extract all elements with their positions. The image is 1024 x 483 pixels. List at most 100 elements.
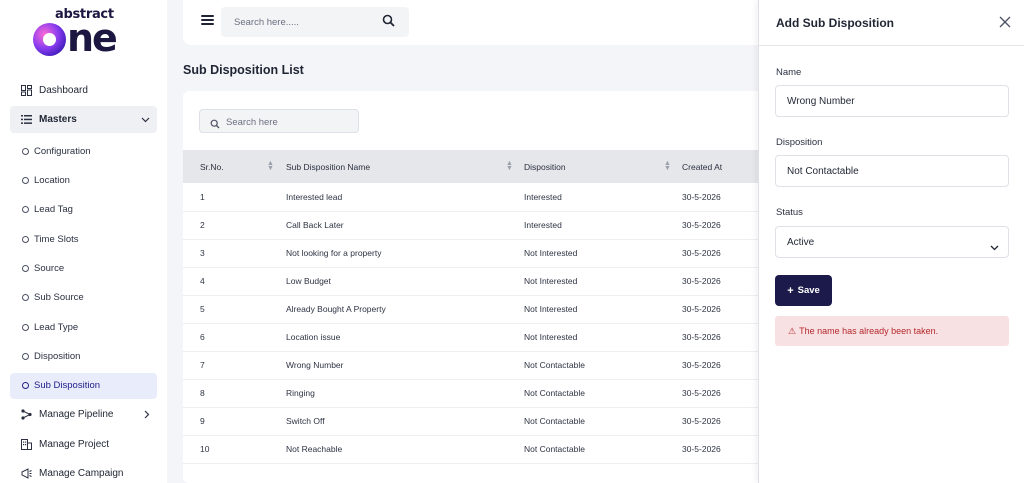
list-icon: [21, 114, 32, 125]
sidebar-item-location[interactable]: Location: [10, 168, 157, 194]
sidebar-item-configuration[interactable]: Configuration: [10, 138, 157, 164]
sidebar-item-label: Disposition: [34, 350, 81, 362]
building-icon: [21, 438, 32, 450]
name-label: Name: [776, 67, 802, 78]
column-header-label: Sub Disposition Name: [286, 161, 371, 172]
sidebar-item-dashboard[interactable]: Dashboard: [10, 77, 157, 103]
disposition-field[interactable]: [775, 155, 1009, 187]
srno-cell: 6: [200, 332, 205, 342]
name-cell: Already Bought A Property: [286, 304, 386, 314]
srno-cell: 9: [200, 416, 205, 426]
circle-bullet-icon: [22, 352, 29, 360]
disposition-cell: Not Contactable: [524, 360, 585, 370]
chevron-down-icon: [990, 238, 999, 256]
sidebar-item-manage-project[interactable]: Manage Project: [10, 431, 157, 457]
circle-bullet-icon: [22, 323, 29, 331]
sidebar-item-label: Masters: [39, 114, 77, 126]
sidebar-item-time-slots[interactable]: Time Slots: [10, 226, 157, 252]
sidebar-item-label: Manage Project: [39, 438, 110, 450]
menu-icon[interactable]: [201, 15, 214, 25]
logo-o-icon: [33, 23, 66, 56]
sort-icon: ▲ ▼: [506, 160, 513, 172]
name-field[interactable]: [775, 85, 1009, 117]
disposition-cell: Not Contactable: [524, 416, 585, 426]
sidebar-nav: Dashboard Masters Configuration Location…: [10, 77, 157, 483]
table-header-row: Sr.No. ▲ ▼ Sub Disposition Name ▲ ▼ Dispos…: [183, 150, 783, 183]
table-row[interactable]: 1 Interested lead Interested 30-5-2026: [183, 183, 783, 211]
add-sub-disposition-drawer: Add Sub Disposition Name Disposition Sta…: [758, 0, 1024, 483]
circle-bullet-icon: [22, 264, 29, 272]
error-message: The name has already been taken.: [799, 326, 939, 336]
column-header-label: Created At: [682, 161, 723, 172]
name-cell: Location issue: [286, 332, 341, 342]
table-row[interactable]: 4 Low Budget Not Interested 30-5-2026: [183, 267, 783, 295]
disposition-cell: Not Contactable: [524, 388, 585, 398]
close-icon[interactable]: [997, 14, 1013, 30]
search-placeholder: Search here.....: [234, 17, 299, 28]
column-header-disposition[interactable]: Disposition ▲ ▼: [524, 150, 682, 183]
sidebar-item-sub-disposition[interactable]: Sub Disposition: [10, 372, 157, 399]
status-select-value: Active: [787, 237, 815, 248]
sidebar-item-manage-pipeline[interactable]: Manage Pipeline: [10, 402, 157, 428]
chevron-down-icon: [141, 106, 150, 133]
sidebar-item-manage-campaign[interactable]: Manage Campaign: [10, 461, 157, 483]
table-search-input[interactable]: Search here: [199, 109, 359, 133]
sidebar-item-lead-tag[interactable]: Lead Tag: [10, 197, 157, 223]
search-placeholder: Search here: [226, 117, 278, 128]
warning-icon: ⚠: [788, 325, 797, 336]
name-cell: Call Back Later: [286, 220, 344, 230]
search-icon: [210, 116, 220, 134]
table-row[interactable]: 10 Not Reachable Not Contactable 30-5-2026: [183, 435, 783, 463]
sidebar-item-disposition[interactable]: Disposition: [10, 343, 157, 369]
sidebar-item-label: Manage Campaign: [39, 468, 124, 480]
global-search-input[interactable]: Search here.....: [221, 7, 409, 37]
disposition-cell: Not Interested: [524, 304, 578, 314]
sidebar-item-label: Dashboard: [39, 84, 88, 96]
sidebar-item-label: Sub Source: [34, 292, 84, 304]
column-header-srno[interactable]: Sr.No. ▲ ▼: [183, 150, 286, 183]
table-row[interactable]: 5 Already Bought A Property Not Interested…: [183, 295, 783, 323]
table-row[interactable]: 3 Not looking for a property Not Intereste…: [183, 239, 783, 267]
table-row[interactable]: 8 Ringing Not Contactable 30-5-2026: [183, 379, 783, 407]
chevron-right-icon: [144, 402, 150, 428]
column-header-name[interactable]: Sub Disposition Name ▲ ▼: [286, 150, 524, 183]
disposition-cell: Interested: [524, 191, 562, 202]
table-row[interactable]: 9 Switch Off Not Contactable 30-5-2026: [183, 407, 783, 435]
srno-cell: 7: [200, 360, 205, 370]
sidebar-item-label: Sub Disposition: [34, 380, 101, 392]
disposition-cell: Not Contactable: [524, 444, 585, 454]
table-row[interactable]: 2 Call Back Later Interested 30-5-2026: [183, 211, 783, 239]
page-title: Sub Disposition List: [183, 63, 304, 77]
drawer-header: Add Sub Disposition: [759, 0, 1024, 46]
save-button[interactable]: + Save: [775, 275, 832, 306]
sidebar-item-label: Configuration: [34, 145, 91, 157]
sidebar-item-masters[interactable]: Masters: [10, 106, 157, 134]
srno-cell: 2: [200, 220, 205, 230]
sidebar-item-source[interactable]: Source: [10, 255, 157, 281]
sort-icon: ▲ ▼: [664, 160, 671, 172]
status-label: Status: [776, 207, 803, 218]
srno-cell: 8: [200, 388, 205, 398]
circle-bullet-icon: [22, 382, 29, 390]
sidebar-item-lead-type[interactable]: Lead Type: [10, 314, 157, 340]
plus-icon: +: [787, 284, 794, 297]
disposition-cell: Interested: [524, 220, 562, 230]
brand-logo[interactable]: abstract ne: [33, 6, 135, 60]
table-row[interactable]: 6 Location issue Not Interested 30-5-2026: [183, 323, 783, 351]
disposition-cell: Not Interested: [524, 248, 578, 258]
name-cell: Ringing: [286, 388, 315, 398]
sub-disposition-table: Sr.No. ▲ ▼ Sub Disposition Name ▲ ▼ Dispos…: [183, 150, 783, 464]
sidebar: abstract ne Dashboard Masters Configurat…: [0, 0, 167, 483]
sidebar-item-label: Lead Tag: [34, 204, 73, 216]
srno-cell: 4: [200, 276, 205, 286]
campaign-icon: [21, 468, 32, 479]
sidebar-item-sub-source[interactable]: Sub Source: [10, 285, 157, 311]
status-select[interactable]: Active: [775, 226, 1009, 258]
save-button-label: Save: [797, 285, 820, 296]
dashboard-icon: [21, 84, 32, 96]
name-cell: Not looking for a property: [286, 248, 382, 258]
search-icon[interactable]: [382, 14, 395, 32]
sidebar-item-label: Lead Type: [34, 321, 79, 333]
table-row[interactable]: 7 Wrong Number Not Contactable 30-5-2026: [183, 351, 783, 379]
disposition-cell: Not Interested: [524, 276, 578, 286]
